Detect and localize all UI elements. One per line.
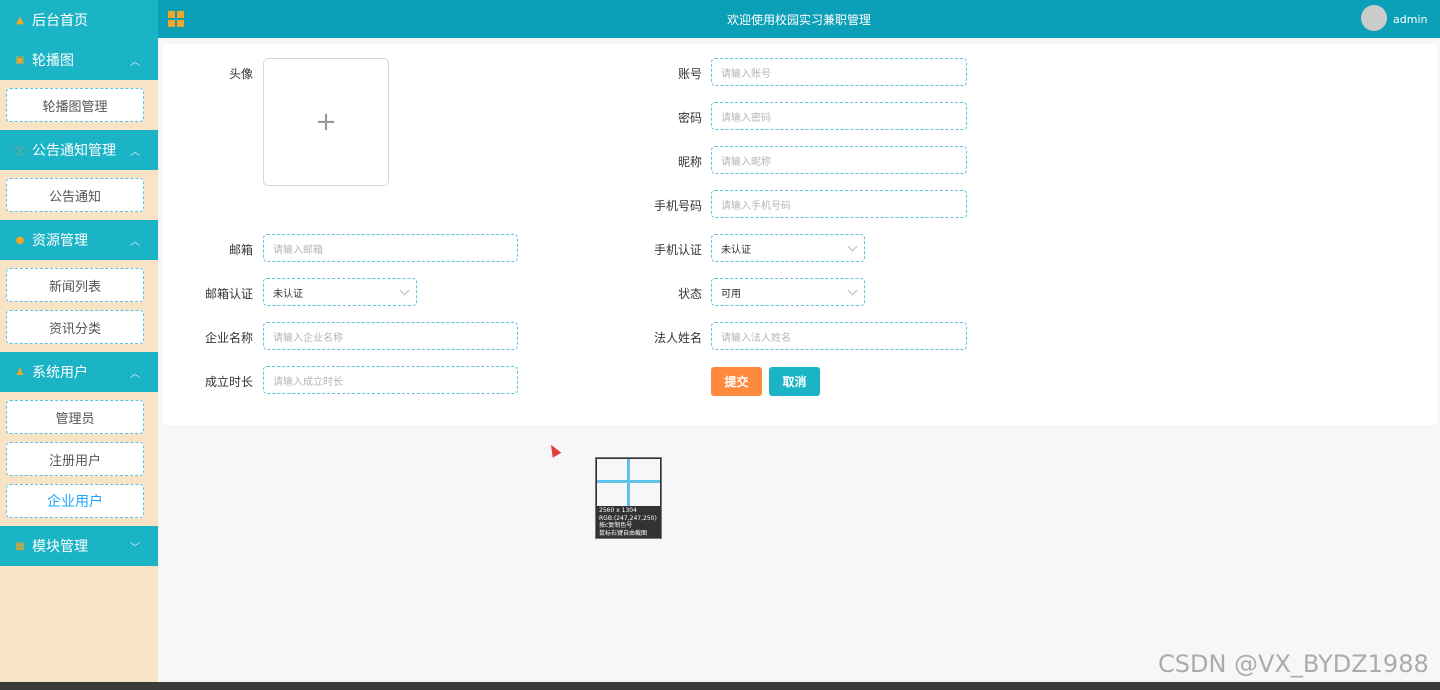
company-input[interactable]: 请输入企业名称 [263,322,518,350]
mouse-cursor-icon [546,442,562,458]
grid-icon: ▦ [15,540,25,552]
email-input[interactable]: 请输入邮箱 [263,234,518,262]
avatar-label: 头像 [228,67,253,81]
chevron-up-icon: ︿ [130,56,140,68]
watermark: CSDN @VX_BYDZ1988 [1158,650,1429,678]
status-label: 状态 [677,287,702,301]
sidebar-item-info-category[interactable]: 资讯分类 [6,310,144,344]
status-select[interactable]: 可用 [711,278,865,306]
picker-info: 2560 x 1304 RGB:(247,247,250) 按c复制色号 鼠标右… [599,507,657,537]
taskbar [0,682,1440,690]
location-pin-icon: ● [15,234,25,246]
sidebar-group-carousel: ▣ 轮播图 ︿ 轮播图管理 [0,40,158,130]
email-verify-value: 未认证 [273,288,303,300]
sidebar: ▲ 后台首页 ▣ 轮播图 ︿ 轮播图管理 ⓘ 公告通知管理 ︿ 公告通知 ● 资… [0,0,158,690]
sidebar-item-registered-users[interactable]: 注册用户 [6,442,144,476]
chevron-down-icon [847,241,858,252]
nickname-label: 昵称 [677,155,702,169]
top-bar: 欢迎使用校园实习兼职管理 admin [158,0,1440,38]
chevron-up-icon: ︿ [130,368,140,380]
sidebar-group-title: 模块管理 [32,539,88,555]
home-icon: ▲ [16,14,24,26]
duration-input[interactable]: 请输入成立时长 [263,366,518,394]
sidebar-item-carousel-manage[interactable]: 轮播图管理 [6,88,144,122]
picker-rgb: RGB:(247,247,250) [599,514,657,522]
picker-hint-copy: 按c复制色号 [599,522,633,529]
sidebar-group-header-notice[interactable]: ⓘ 公告通知管理 ︿ [0,130,158,170]
submit-button[interactable]: 提交 [711,367,762,396]
sidebar-group-users: ♟ 系统用户 ︿ 管理员 注册用户 企业用户 [0,352,158,526]
sidebar-group-title: 公告通知管理 [32,143,116,159]
avatar[interactable] [1361,5,1387,31]
sidebar-item-news-list[interactable]: 新闻列表 [6,268,144,302]
sidebar-home[interactable]: ▲ 后台首页 [0,0,158,40]
account-label: 账号 [677,67,702,81]
form-panel: 头像 + 账号 请输入账号 密码 请输入密码 昵称 请输入昵称 手机号码 请输入… [163,44,1437,425]
chevron-up-icon: ︿ [130,146,140,158]
sidebar-item-company-users[interactable]: 企业用户 [6,484,144,518]
sidebar-group-notice: ⓘ 公告通知管理 ︿ 公告通知 [0,130,158,220]
magnifier [597,459,660,506]
chevron-down-icon [847,285,858,296]
plus-icon: + [315,107,337,137]
phone-label: 手机号码 [653,199,702,213]
sidebar-item-admin[interactable]: 管理员 [6,400,144,434]
sidebar-group-resource: ● 资源管理 ︿ 新闻列表 资讯分类 [0,220,158,352]
sidebar-group-title: 系统用户 [32,365,88,381]
info-icon: ⓘ [15,146,25,158]
sidebar-group-header-users[interactable]: ♟ 系统用户 ︿ [0,352,158,392]
email-label: 邮箱 [228,243,253,257]
user-icon: ♟ [15,366,25,378]
company-label: 企业名称 [204,331,253,345]
account-input[interactable]: 请输入账号 [711,58,967,86]
sidebar-group-header-carousel[interactable]: ▣ 轮播图 ︿ [0,40,158,80]
phone-verify-label: 手机认证 [653,243,702,257]
nickname-input[interactable]: 请输入昵称 [711,146,967,174]
picker-hint-capture: 鼠标右键自由截图 [599,529,648,537]
sidebar-group-title: 轮播图 [32,53,74,69]
password-label: 密码 [677,111,702,125]
sidebar-group-header-resource[interactable]: ● 资源管理 ︿ [0,220,158,260]
cancel-button[interactable]: 取消 [769,367,820,396]
sidebar-home-label: 后台首页 [32,13,88,29]
email-verify-select[interactable]: 未认证 [263,278,417,306]
chevron-up-icon: ︿ [130,236,140,248]
image-icon: ▣ [15,54,25,66]
password-input[interactable]: 请输入密码 [711,102,967,130]
phone-verify-select[interactable]: 未认证 [711,234,865,262]
duration-label: 成立时长 [204,375,253,389]
crosshair-vertical [627,459,630,506]
sidebar-item-notice[interactable]: 公告通知 [6,178,144,212]
username[interactable]: admin [1393,13,1427,26]
sidebar-group-modules: ▦ 模块管理 ﹀ [0,526,158,566]
color-picker-overlay: 2560 x 1304 RGB:(247,247,250) 按c复制色号 鼠标右… [595,457,662,539]
legal-person-label: 法人姓名 [653,331,702,345]
page-title: 欢迎使用校园实习兼职管理 [726,13,871,27]
phone-input[interactable]: 请输入手机号码 [711,190,967,218]
phone-verify-value: 未认证 [721,244,751,256]
chevron-down-icon [399,285,410,296]
avatar-upload[interactable]: + [263,58,389,186]
sidebar-group-header-modules[interactable]: ▦ 模块管理 ﹀ [0,526,158,566]
email-verify-label: 邮箱认证 [204,287,253,301]
status-value: 可用 [721,288,741,300]
picker-size: 2560 x 1304 [599,507,637,514]
sidebar-group-title: 资源管理 [32,233,88,249]
legal-person-input[interactable]: 请输入法人姓名 [711,322,967,350]
chevron-down-icon: ﹀ [130,542,140,554]
